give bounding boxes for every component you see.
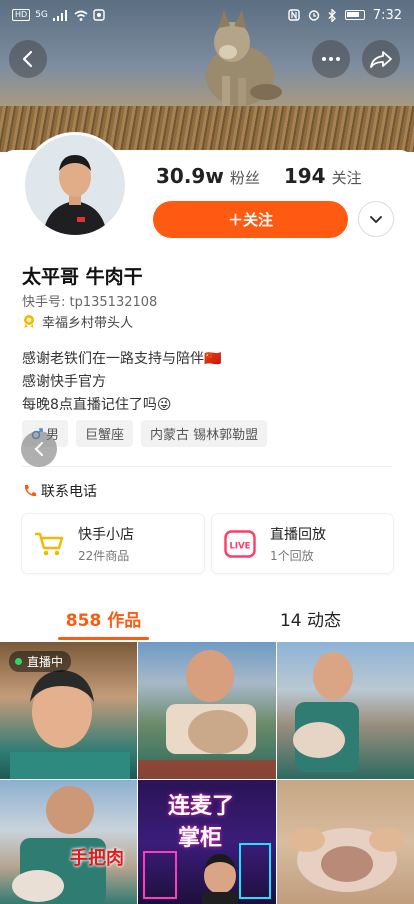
divider (22, 466, 392, 467)
live-badge: 直播中 (9, 651, 72, 672)
live-replay-subtitle: 1个回放 (270, 548, 314, 563)
work-thumbnail-6[interactable] (277, 780, 414, 904)
zodiac-tag: 巨蟹座 (76, 420, 134, 447)
follow-button[interactable]: ＋关注 (153, 201, 348, 238)
bio-line: 感谢快手官方 (22, 374, 106, 390)
alarm-icon (308, 10, 319, 21)
live-dot-icon (15, 658, 22, 665)
floating-back-button[interactable] (21, 431, 57, 467)
shopping-cart-icon (35, 532, 64, 555)
medal-icon (24, 315, 34, 328)
back-button[interactable] (9, 40, 47, 78)
profile-name: 太平哥 牛肉干 (22, 266, 143, 288)
live-replay-title: 直播回放 (270, 526, 326, 543)
chevron-down-icon (370, 215, 382, 223)
signal-icon (52, 9, 67, 21)
work-thumbnail-1[interactable]: 直播中 (0, 642, 137, 779)
svg-text:LIVE: LIVE (230, 541, 251, 551)
thumbnail-caption: 手把肉 (70, 848, 124, 869)
share-button[interactable] (362, 40, 400, 78)
bluetooth-icon (328, 8, 336, 22)
work-thumbnail-3[interactable] (277, 642, 414, 779)
bio-line: 感谢老铁们在一路支持与陪伴🇨🇳 (22, 351, 222, 367)
tag-row: 男 巨蟹座 内蒙古 锡林郭勒盟 (22, 420, 268, 447)
more-dots-icon (322, 57, 340, 61)
followers-count[interactable]: 30.9w (156, 164, 224, 188)
live-replay-icon: LIVE (224, 529, 256, 558)
followers-label[interactable]: 粉丝 (230, 167, 260, 188)
thumbnail-caption: 掌柜 (178, 826, 223, 851)
clock-time: 7:32 (372, 7, 402, 23)
stats-row: 30.9w 粉丝 194 关注 (156, 164, 380, 188)
chevron-left-icon (22, 50, 33, 68)
kuaishou-shop-card[interactable]: 快手小店 22件商品 (22, 514, 204, 573)
works-grid: 直播中 手把肉 连麦了 掌柜 (0, 642, 414, 904)
shop-card-text: 快手小店 22件商品 (78, 524, 134, 564)
battery-icon (344, 10, 365, 20)
network-indicator: 5G (35, 10, 48, 20)
thumbnail-image (138, 650, 276, 779)
contact-phone[interactable]: 联系电话 (22, 481, 97, 501)
live-replay-text: 直播回放 1个回放 (270, 524, 326, 564)
shop-title: 快手小店 (78, 526, 134, 543)
honor-badge-text: 幸福乡村带头人 (42, 316, 134, 331)
share-icon (370, 51, 392, 68)
expand-button[interactable] (358, 201, 394, 237)
live-badge-text: 直播中 (27, 655, 64, 669)
contact-phone-label: 联系电话 (41, 484, 97, 500)
work-thumbnail-5[interactable]: 连麦了 掌柜 (138, 780, 276, 904)
hd-indicator: HD (12, 9, 31, 21)
kuaishou-id[interactable]: 快手号: tp135132108 (22, 291, 157, 310)
thumbnail-image (289, 828, 405, 892)
avatar[interactable] (22, 132, 128, 238)
honor-badge[interactable]: 幸福乡村带头人 (22, 312, 133, 331)
bio-line: 每晚8点直播记住了吗😜 (22, 397, 172, 413)
location-tag: 内蒙古 锡林郭勒盟 (141, 420, 268, 447)
thumbnail-caption: 连麦了 (168, 794, 235, 819)
nfc-icon (288, 9, 300, 21)
following-label[interactable]: 关注 (332, 167, 362, 188)
tab-works[interactable]: 858 作品 (0, 596, 207, 640)
content-tabs: 858 作品 14 动态 (0, 596, 414, 640)
work-thumbnail-2[interactable] (138, 642, 276, 779)
phone-icon (24, 485, 36, 497)
bio: 感谢老铁们在一路支持与陪伴🇨🇳 感谢快手官方 每晚8点直播记住了吗😜 (22, 348, 221, 417)
more-button[interactable] (312, 40, 350, 78)
tab-moments[interactable]: 14 动态 (207, 596, 414, 640)
chevron-left-icon (34, 442, 43, 456)
thumbnail-image (12, 786, 106, 904)
thumbnail-image (293, 652, 359, 772)
app-notification-icon (93, 9, 105, 21)
shop-subtitle: 22件商品 (78, 548, 130, 563)
following-count[interactable]: 194 (284, 164, 326, 188)
status-bar: HD 5G 7:32 (0, 0, 414, 30)
wifi-icon (74, 10, 88, 21)
live-replay-card[interactable]: LIVE 直播回放 1个回放 (212, 514, 393, 573)
avatar-photo (25, 135, 125, 235)
work-thumbnail-4[interactable]: 手把肉 (0, 780, 137, 904)
